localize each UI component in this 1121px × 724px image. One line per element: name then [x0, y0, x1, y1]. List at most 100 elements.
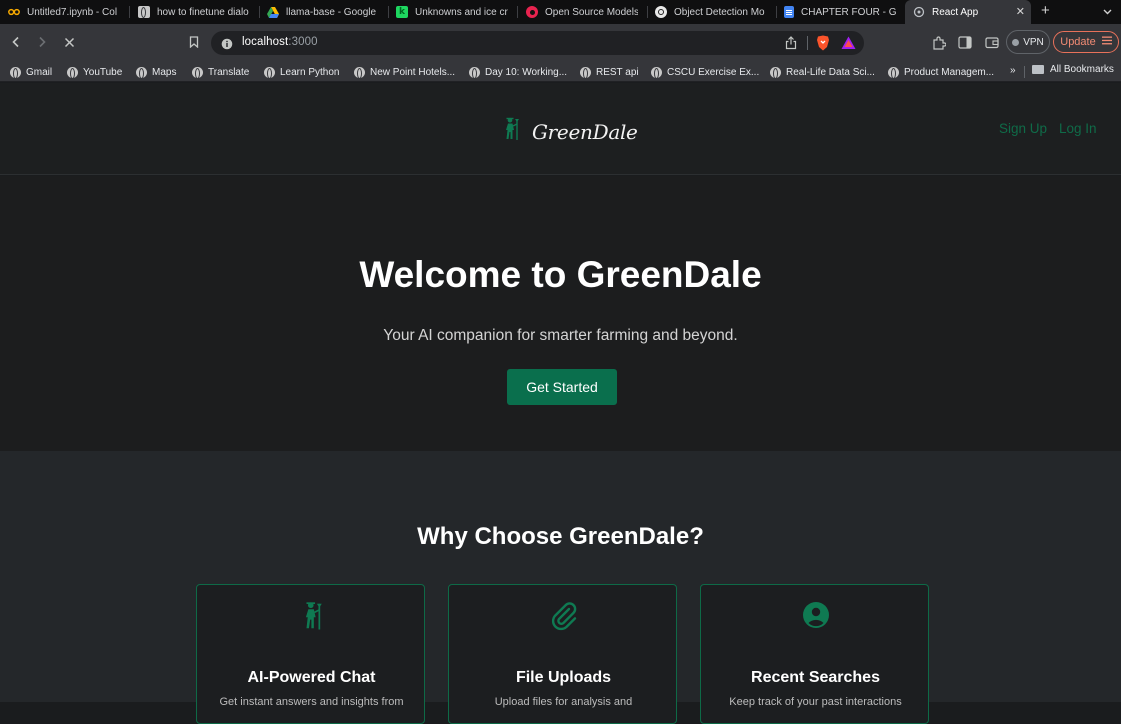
bookmark-label: New Point Hotels... [370, 66, 456, 78]
address-bar[interactable]: localhost:3000 [211, 31, 864, 55]
bookmark-label: Day 10: Working... [485, 66, 568, 78]
tab-colab[interactable]: Untitled7.ipynb - Col [0, 0, 128, 24]
extensions-icon[interactable] [932, 36, 947, 55]
chevron-down-icon[interactable] [1102, 4, 1113, 22]
red-circle-icon [526, 6, 538, 18]
feature-description: Get instant answers and insights from [219, 696, 404, 708]
close-icon[interactable]: ✕ [1016, 5, 1025, 18]
bookmark-label: Learn Python [280, 66, 340, 78]
bookmark-label: Real-Life Data Sci... [786, 66, 875, 78]
feature-title: AI-Powered Chat [247, 669, 376, 686]
menu-icon [1101, 36, 1112, 48]
bookmark-day-10[interactable]: Day 10: Working... [469, 64, 567, 80]
all-bookmarks-button[interactable]: All Bookmarks [1032, 64, 1114, 75]
globe-icon [264, 66, 275, 79]
site-header: GreenDale Sign Up Log In [0, 83, 1121, 175]
vpn-label: VPN [1023, 36, 1044, 48]
feature-card-chat: AI-Powered Chat Get instant answers and … [196, 584, 425, 724]
bookmark-rest-api[interactable]: REST api [580, 64, 639, 80]
bookmark-label: REST api [596, 66, 639, 78]
feature-card-uploads: File Uploads Upload files for analysis a… [448, 584, 677, 724]
brave-rewards-icon[interactable] [841, 36, 856, 55]
paperclip-icon [449, 601, 676, 631]
share-icon[interactable] [785, 36, 797, 55]
globe-icon [67, 66, 78, 79]
feature-description: Upload files for analysis and [494, 696, 633, 708]
forward-icon[interactable] [33, 33, 51, 51]
bookmark-new-point-hotels[interactable]: New Point Hotels... [354, 64, 455, 80]
bookmark-youtube[interactable]: YouTube [67, 64, 122, 80]
hero-subtitle: Your AI companion for smarter farming an… [383, 327, 738, 344]
bookmark-learn-python[interactable]: Learn Python [264, 64, 340, 80]
vpn-status-icon [1012, 38, 1020, 46]
back-icon[interactable] [7, 33, 25, 51]
browser-toolbar: localhost:3000 VPN Update [0, 24, 1121, 62]
wallet-icon[interactable] [985, 36, 999, 54]
farmer-icon [197, 601, 424, 631]
hero-section: Welcome to GreenDale Your AI companion f… [0, 176, 1121, 451]
tab-title: how to finetune dialo [157, 6, 249, 18]
tab-unknowns[interactable]: k Unknowns and ice cr [388, 0, 516, 24]
tab-object-detection[interactable]: Object Detection Mo [647, 0, 775, 24]
log-in-link[interactable]: Log In [1059, 121, 1097, 136]
bookmarks-divider [1024, 66, 1025, 78]
sidebar-icon[interactable] [958, 36, 972, 54]
bookmark-translate[interactable]: Translate [192, 64, 249, 80]
bookmark-maps[interactable]: Maps [136, 64, 176, 80]
tab-title: CHAPTER FOUR - Gc [801, 6, 896, 18]
bookmark-gmail[interactable]: Gmail [10, 64, 52, 80]
hero-title: Welcome to GreenDale [359, 254, 762, 295]
bookmark-label: YouTube [83, 66, 123, 78]
bookmark-label: Gmail [26, 66, 53, 78]
globe-icon [469, 66, 480, 79]
tab-strip: Untitled7.ipynb - Col how to finetune di… [0, 0, 1121, 24]
globe-icon [192, 66, 203, 79]
google-docs-icon [784, 6, 794, 18]
bookmark-cscu[interactable]: CSCU Exercise Ex... [651, 64, 759, 80]
bookmark-real-life-data[interactable]: Real-Life Data Sci... [770, 64, 875, 80]
sign-up-link[interactable]: Sign Up [999, 121, 1047, 136]
update-button[interactable]: Update [1053, 31, 1119, 53]
url-host: localhost [242, 36, 289, 48]
bookmark-label: CSCU Exercise Ex... [667, 66, 760, 78]
bookmark-product-management[interactable]: Product Managem... [888, 64, 994, 80]
plus-icon[interactable]: + [1041, 2, 1050, 19]
globe-icon [580, 66, 591, 79]
bookmark-icon[interactable] [185, 33, 203, 51]
features-section: Why Choose GreenDale? AI-Powered Chat Ge… [0, 451, 1121, 724]
tab-react-app[interactable]: React App ✕ [905, 0, 1031, 24]
tab-open-source[interactable]: Open Source Models [518, 0, 646, 24]
feature-card-searches: Recent Searches Keep track of your past … [700, 584, 929, 724]
globe-icon [354, 66, 365, 79]
globe-icon [651, 66, 662, 79]
stop-loading-icon[interactable] [60, 33, 78, 51]
globe-icon [888, 66, 899, 79]
user-circle-icon [701, 601, 928, 629]
bookmark-label: Maps [152, 66, 177, 78]
tab-title: Open Source Models [545, 6, 638, 18]
tab-finetune[interactable]: how to finetune dialo [130, 0, 258, 24]
globe-icon [10, 66, 21, 79]
openai-icon [655, 6, 667, 18]
google-drive-icon [267, 6, 279, 18]
brand-logo[interactable]: GreenDale [502, 117, 638, 146]
tab-llama[interactable]: llama-base - Google [259, 0, 387, 24]
bookmarks-bar: Gmail YouTube Maps Translate Learn Pytho… [0, 62, 1121, 82]
omnibox-divider [807, 36, 808, 50]
feature-description: Keep track of your past interactions [729, 696, 902, 708]
brand-name: GreenDale [532, 119, 638, 144]
brave-shields-icon[interactable] [816, 35, 830, 56]
folder-icon [1032, 65, 1044, 74]
vpn-button[interactable]: VPN [1006, 30, 1050, 54]
tab-title: llama-base - Google [286, 6, 377, 18]
globe-icon [770, 66, 781, 79]
tab-title: Unknowns and ice cr [415, 6, 508, 18]
site-info-icon[interactable] [221, 37, 233, 55]
bookmarks-overflow-button[interactable]: » [1010, 65, 1016, 76]
get-started-button[interactable]: Get Started [507, 369, 617, 405]
farmer-icon [502, 117, 520, 146]
update-label: Update [1060, 36, 1096, 48]
features-title: Why Choose GreenDale? [417, 523, 704, 550]
tab-chapter-four[interactable]: CHAPTER FOUR - Gc [776, 0, 904, 24]
bookmark-label: Product Managem... [904, 66, 995, 78]
